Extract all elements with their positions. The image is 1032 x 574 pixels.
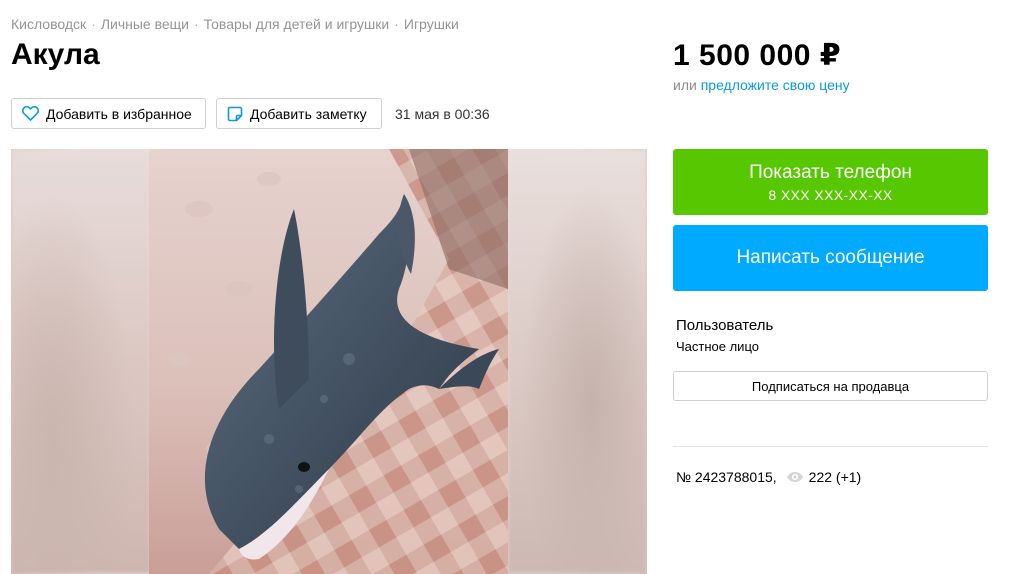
listing-page: Кисловодск · Личные вещи · Товары для детей … — [0, 0, 1032, 574]
phone-masked: 8 XXX XXX-XX-XX — [768, 186, 893, 203]
write-message-button[interactable]: Написать сообщение — [673, 225, 988, 291]
breadcrumb-item-city[interactable]: Кисловодск — [11, 16, 86, 32]
page-title: Акула — [11, 38, 100, 71]
listing-number: № 2423788015, — [676, 469, 777, 485]
seller-type: Частное лицо — [676, 339, 759, 354]
show-phone-label: Показать телефон — [749, 161, 912, 183]
write-message-label: Написать сообщение — [736, 247, 925, 268]
breadcrumb-item-personal[interactable]: Личные вещи — [101, 16, 189, 32]
breadcrumb-separator: · — [394, 16, 399, 32]
add-to-favorites-button[interactable]: Добавить в избранное — [11, 98, 206, 129]
add-to-favorites-label: Добавить в избранное — [46, 105, 192, 122]
photo-gallery[interactable] — [11, 149, 647, 574]
propose-price-link[interactable]: предложите свою цену — [701, 77, 850, 93]
heart-icon — [22, 106, 39, 121]
add-note-label: Добавить заметку — [250, 105, 367, 122]
listing-meta: № 2423788015, 222 (+1) — [676, 469, 861, 485]
eye-icon — [786, 472, 803, 482]
seller-name-link[interactable]: Пользователь — [676, 317, 773, 334]
breadcrumb-separator: · — [194, 16, 199, 32]
show-phone-button[interactable]: Показать телефон 8 XXX XXX-XX-XX — [673, 149, 988, 215]
add-note-button[interactable]: Добавить заметку — [216, 98, 382, 129]
gallery-blur-left — [11, 149, 151, 574]
breadcrumb: Кисловодск · Личные вещи · Товары для детей … — [11, 16, 459, 32]
listing-photo[interactable] — [149, 149, 508, 574]
price-offer-prefix: или — [673, 77, 697, 93]
price-value: 1 500 000 ₽ — [673, 39, 842, 72]
divider — [673, 446, 988, 447]
breadcrumb-item-toys[interactable]: Игрушки — [404, 16, 459, 32]
gallery-blur-right — [507, 149, 647, 574]
listing-date: 31 мая в 00:36 — [395, 106, 490, 122]
note-icon — [227, 106, 243, 121]
views-count: 222 (+1) — [808, 469, 862, 485]
shark-photo-image — [149, 149, 508, 574]
breadcrumb-separator: · — [91, 16, 96, 32]
subscribe-seller-button[interactable]: Подписаться на продавца — [673, 371, 988, 401]
breadcrumb-item-kids[interactable]: Товары для детей и игрушки — [204, 16, 390, 32]
subscribe-seller-label: Подписаться на продавца — [751, 378, 910, 394]
price-offer: или предложите свою цену — [673, 77, 850, 93]
